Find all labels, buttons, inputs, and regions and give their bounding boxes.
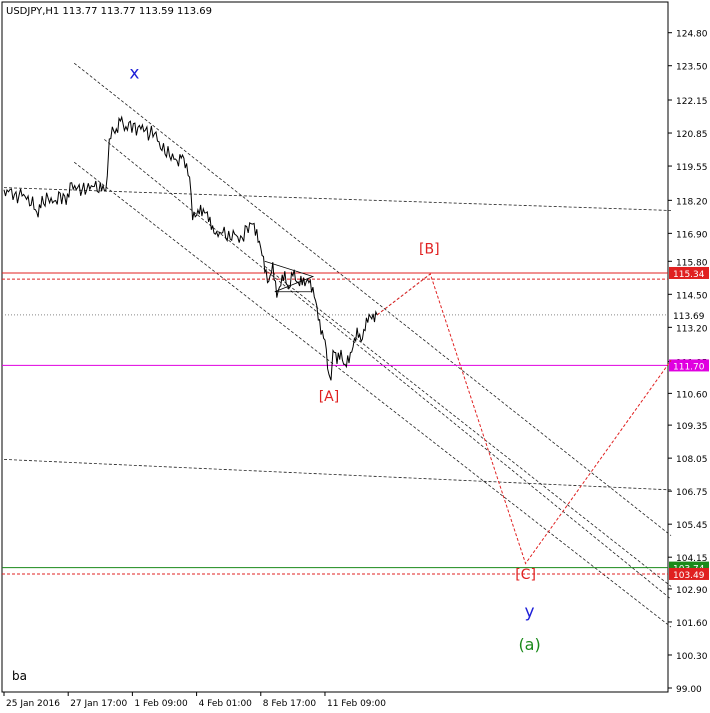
- y-tick-label: 102.90: [676, 586, 708, 596]
- wave-label: [B]: [419, 242, 440, 258]
- y-tick-label: 119.55: [676, 163, 708, 173]
- y-tick-label: 110.60: [676, 390, 708, 400]
- y-tick-label: 109.35: [676, 422, 708, 432]
- x-tick-label: 11 Feb 09:00: [327, 699, 386, 709]
- y-tick-label: 118.20: [676, 197, 708, 207]
- x-tick-label: 4 Feb 01:00: [199, 699, 253, 709]
- y-tick-label: 108.05: [676, 455, 708, 465]
- y-tick-label: 115.80: [676, 258, 708, 268]
- y-tick-label: 113.20: [676, 324, 708, 334]
- x-tick-label: 27 Jan 17:00: [70, 699, 127, 709]
- y-tick-label: 123.50: [676, 63, 708, 73]
- x-tick-label: 25 Jan 2016: [6, 699, 60, 709]
- wave-label: [C]: [515, 567, 536, 583]
- y-tick-label: 122.15: [676, 97, 708, 107]
- y-tick-label: 100.30: [676, 652, 708, 662]
- y-tick-label: 114.50: [676, 291, 708, 301]
- price-chart-svg: 124.80 123.50 122.15 120.85 119.55 118.20 116.…: [1, 1, 709, 709]
- wave-label: y: [525, 602, 535, 622]
- plot-frame: [1, 1, 669, 693]
- price-level-label: 113.69: [673, 312, 705, 322]
- y-tick-label: 120.85: [676, 130, 708, 140]
- y-tick-label: 124.80: [676, 30, 708, 40]
- y-tick-label: 106.75: [676, 488, 708, 498]
- price-level-label: 111.70: [673, 362, 705, 372]
- y-tick-label: 105.45: [676, 521, 708, 531]
- y-tick-label: 101.60: [676, 619, 708, 629]
- price-level-label: 115.34: [673, 270, 705, 280]
- wave-label: (a): [518, 635, 540, 654]
- y-tick-label: 99.00: [676, 685, 702, 695]
- x-tick-label: 1 Feb 09:00: [134, 699, 188, 709]
- price-level-label: 103.49: [673, 571, 705, 581]
- wave-label: [A]: [319, 389, 340, 405]
- wave-label: x: [129, 63, 139, 83]
- chart: 124.80 123.50 122.15 120.85 119.55 118.20 116.…: [0, 0, 710, 713]
- y-tick-label: 116.90: [676, 230, 708, 240]
- x-tick-label: 8 Feb 17:00: [263, 699, 317, 709]
- symbol-label: ba: [12, 669, 27, 683]
- chart-title: USDJPY,H1 113.77 113.77 113.59 113.69: [6, 6, 212, 17]
